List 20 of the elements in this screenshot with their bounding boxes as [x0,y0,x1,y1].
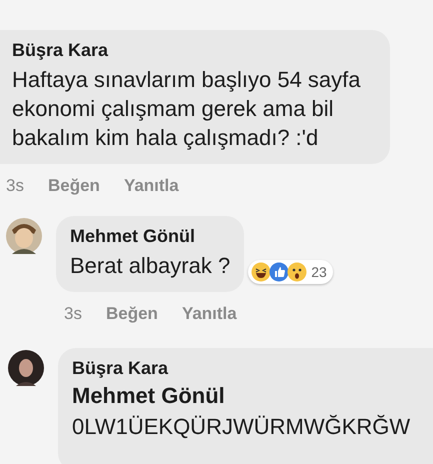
thumbs-up-icon [269,262,290,282]
author-name[interactable]: Mehmet Gönül [70,226,230,247]
comment-action-link[interactable]: Yanıtla [182,304,237,324]
comment-action-link[interactable]: Beğen [106,304,158,324]
reaction-badge[interactable]: 23 [248,260,333,284]
avatar-icon[interactable] [6,218,42,254]
comment-text: Berat albayrak ? [70,252,230,280]
surprised-emoji-icon [287,262,308,282]
author-name[interactable]: Büşra Kara [12,40,376,61]
comment-action-link[interactable]: Beğen [48,176,100,196]
author-name[interactable]: Büşra Kara [72,358,433,379]
reaction-count: 23 [311,264,327,280]
comment-text: 0LW1ÜEKQÜRJWÜRMWĞKRĞW [72,413,412,441]
comment-action-link[interactable]: Yanıtla [124,176,179,196]
comment-time: 3s [64,304,82,324]
laughing-emoji-icon [251,262,272,282]
mention-link[interactable]: Mehmet Gönül [72,383,433,409]
comment-time: 3s [6,176,24,196]
avatar-icon[interactable] [8,350,44,386]
comment-text: Haftaya sınavlarım başlıyo 54 sayfa ekonomi çalışmam gerek ama bil bakalım kim hala çalışmadı? :'d [12,66,362,152]
